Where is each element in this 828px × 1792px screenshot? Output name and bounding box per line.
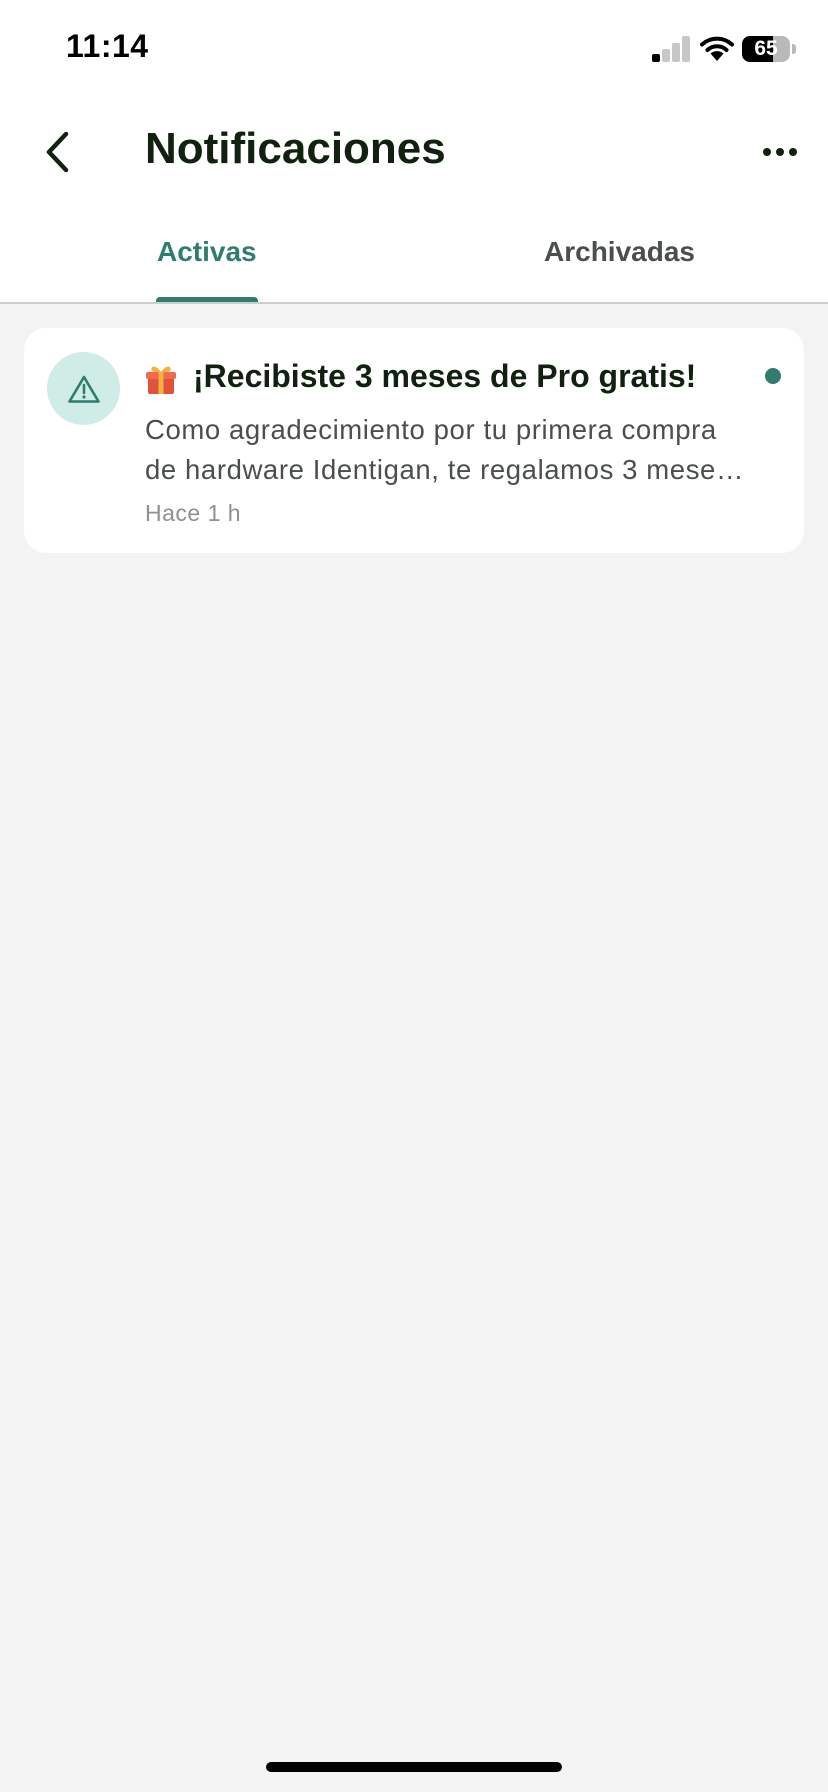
tab-activas[interactable]: Activas [157,236,257,268]
status-time: 11:14 [66,28,149,64]
back-button[interactable] [32,124,82,180]
notification-body-line: Como agradecimiento por tu primera compr… [145,414,717,445]
battery-icon: 65 [742,36,790,62]
notification-time: Hace 1 h [145,500,242,526]
more-options-button[interactable] [756,132,804,172]
warning-triangle-icon [67,375,100,403]
notification-title: ¡Recibiste 3 meses de Pro gratis! [193,358,697,394]
page-title: Notificaciones [145,124,446,173]
gift-icon [146,366,176,394]
battery-cap [792,44,796,54]
notification-avatar [47,352,120,425]
home-indicator [266,1762,562,1772]
signal-icon [652,36,690,62]
battery-level: 65 [754,37,778,60]
chevron-left-icon [46,131,69,173]
tabs-divider [0,302,828,304]
notification-card[interactable]: ¡Recibiste 3 meses de Pro gratis! Como a… [24,328,804,553]
ellipsis-icon [763,148,797,156]
tab-archivadas[interactable]: Archivadas [544,236,695,268]
unread-indicator [765,368,781,384]
notification-body: Como agradecimiento por tu primera compr… [145,410,783,490]
wifi-icon [700,36,734,61]
notification-body-line: de hardware Identigan, te regalamos 3 me… [145,454,745,485]
